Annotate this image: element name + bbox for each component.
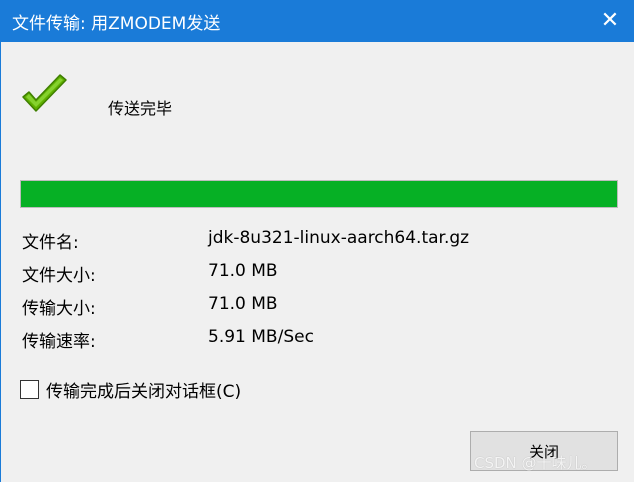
- title-bar: 文件传输: 用ZMODEM发送 ✕: [0, 0, 634, 42]
- progress-fill: [21, 181, 617, 207]
- close-button-label: 关闭: [528, 442, 559, 461]
- transferred-label: 传输大小:: [22, 299, 96, 319]
- transferred-value: 71.0 MB: [208, 294, 278, 314]
- close-icon[interactable]: ✕: [598, 9, 622, 33]
- close-button[interactable]: 关闭: [470, 431, 618, 471]
- transfer-status: 传送完毕: [108, 99, 173, 118]
- close-after-transfer-option[interactable]: 传输完成后关闭对话框(C): [20, 377, 241, 402]
- rate-label: 传输速率:: [22, 332, 96, 352]
- filesize-value: 71.0 MB: [208, 261, 278, 281]
- progress-bar: [20, 180, 618, 208]
- close-after-transfer-checkbox[interactable]: [20, 380, 39, 399]
- filename-value: jdk-8u321-linux-aarch64.tar.gz: [208, 228, 470, 248]
- filename-label: 文件名:: [22, 233, 79, 253]
- window-title: 文件传输: 用ZMODEM发送: [12, 13, 221, 34]
- checkmark-icon: [22, 74, 67, 112]
- rate-value: 5.91 MB/Sec: [208, 327, 314, 347]
- close-after-transfer-label[interactable]: 传输完成后关闭对话框(C): [46, 377, 241, 402]
- filesize-label: 文件大小:: [22, 266, 96, 286]
- window-left-border: [0, 42, 1, 482]
